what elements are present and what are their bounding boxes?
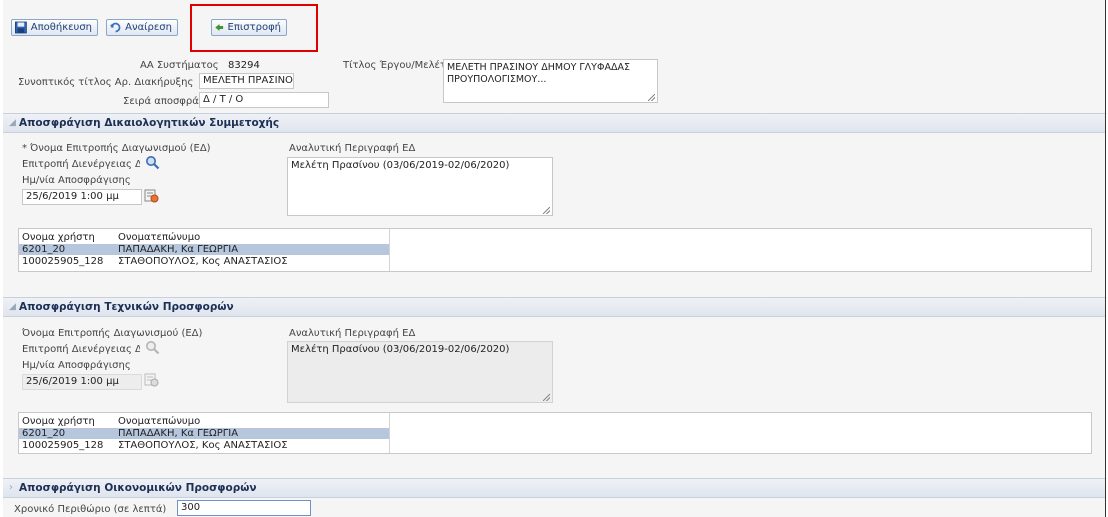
datetime-label-1: Ημ/νία Αποσφράγισης — [22, 175, 131, 186]
datetime-field-1[interactable]: 25/6/2019 1:00 μμ — [22, 189, 142, 205]
description-field-2: Μελέτη Πρασίνου (03/06/2019-02/06/2020) — [287, 341, 553, 403]
system-id-label: ΑΑ Συστήματος — [140, 60, 219, 71]
collapsed-chevron-icon: › — [9, 482, 13, 493]
search-icon[interactable] — [145, 155, 160, 170]
committee-members-table-2: Ονομα χρήστη Ονοματεπώνυμο 6201_20 ΠΑΠΑΔ… — [18, 412, 1092, 454]
system-id-value: 83294 — [228, 60, 260, 71]
column-header-fullname: Ονοματεπώνυμο — [118, 232, 201, 243]
highlight-box — [190, 4, 318, 52]
datetime-label-2: Ημ/νία Αποσφράγισης — [22, 360, 131, 371]
short-title-field[interactable]: ΜΕΛΕΤΗ ΠΡΑΣΙΝΟΥ — [199, 73, 294, 89]
description-label-2: Αναλυτική Περιγραφή ΕΔ — [289, 328, 416, 339]
description-label-1: Αναλυτική Περιγραφή ΕΔ — [289, 143, 416, 154]
expanded-triangle-icon: ◢ — [9, 118, 16, 128]
column-header-fullname: Ονοματεπώνυμο — [118, 416, 201, 427]
floppy-disk-icon — [15, 21, 27, 34]
resize-grip-icon[interactable] — [543, 207, 550, 214]
column-header-username: Ονομα χρήστη — [22, 416, 95, 427]
committee-value-1: Επιτροπή Διενέργειας Διαγωνισμού — [22, 159, 140, 170]
save-button[interactable]: Αποθήκευση — [11, 19, 98, 36]
committee-members-table-1: Ονομα χρήστη Ονοματεπώνυμο 6201_20 ΠΑΠΑΔ… — [18, 228, 1092, 272]
table-header-row: Ονομα χρήστη Ονοματεπώνυμο — [19, 232, 389, 243]
resize-grip-icon[interactable] — [648, 94, 655, 101]
description-field-1[interactable]: Μελέτη Πρασίνου (03/06/2019-02/06/2020) — [287, 157, 553, 216]
committee-value-2: Επιτροπή Διενέργειας Διαγωνισμού — [22, 344, 140, 355]
undo-icon — [110, 22, 121, 33]
table-divider — [389, 413, 390, 453]
calendar-icon[interactable] — [144, 188, 159, 203]
section-technical-offers[interactable]: ◢ Αποσφράγιση Τεχνικών Προσφορών — [3, 297, 1105, 317]
project-title-field[interactable]: ΜΕΛΕΤΗ ΠΡΑΣΙΝΟΥ ΔΗΜΟΥ ΓΛΥΦΑΔΑΣ ΠΡΟΥΠΟΛΟΓ… — [443, 59, 658, 103]
table-row[interactable]: 100025905_128 ΣΤΑΘΟΠΟΥΛΟΣ, Κος ΑΝΑΣΤΑΣΙΟ… — [19, 256, 389, 267]
undo-button[interactable]: Αναίρεση — [106, 19, 178, 36]
committee-label-2: Όνομα Επιτροπής Διαγωνισμού (ΕΔ) — [22, 328, 203, 339]
margin-minutes-field[interactable]: 300 — [177, 500, 311, 516]
table-row[interactable]: 6201_20 ΠΑΠΑΔΑΚΗ, Κα ΓΕΩΡΓΙΑ — [19, 244, 389, 255]
column-header-username: Ονομα χρήστη — [22, 232, 95, 243]
project-title-label: Τίτλος Έργου/Μελέτης — [343, 60, 459, 71]
section-participation-docs[interactable]: ◢ Αποσφράγιση Δικαιολογητικών Συμμετοχής — [3, 113, 1105, 133]
table-header-row: Ονομα χρήστη Ονοματεπώνυμο — [19, 416, 389, 427]
short-title-label: Συνοπτικός τίτλος Αρ. Διακήρυξης — [18, 77, 194, 88]
table-row[interactable]: 6201_20 ΠΑΠΑΔΑΚΗ, Κα ΓΕΩΡΓΙΑ — [19, 428, 389, 439]
calendar-icon — [144, 373, 159, 387]
order-field[interactable]: Δ / Τ / Ο — [199, 92, 329, 108]
expanded-triangle-icon: ◢ — [9, 302, 16, 312]
table-divider — [389, 229, 390, 271]
margin-minutes-label: Χρονικό Περιθώριο (σε λεπτά) — [14, 504, 167, 515]
search-icon — [146, 341, 160, 355]
committee-label-1: * Όνομα Επιτροπής Διαγωνισμού (ΕΔ) — [22, 143, 211, 154]
resize-grip-icon — [543, 394, 550, 401]
datetime-field-2: 25/6/2019 1:00 μμ — [22, 374, 142, 390]
table-row[interactable]: 100025905_128 ΣΤΑΘΟΠΟΥΛΟΣ, Κος ΑΝΑΣΤΑΣΙΟ… — [19, 440, 389, 451]
section-financial-offers[interactable]: › Αποσφράγιση Οικονομικών Προσφορών — [3, 478, 1105, 498]
